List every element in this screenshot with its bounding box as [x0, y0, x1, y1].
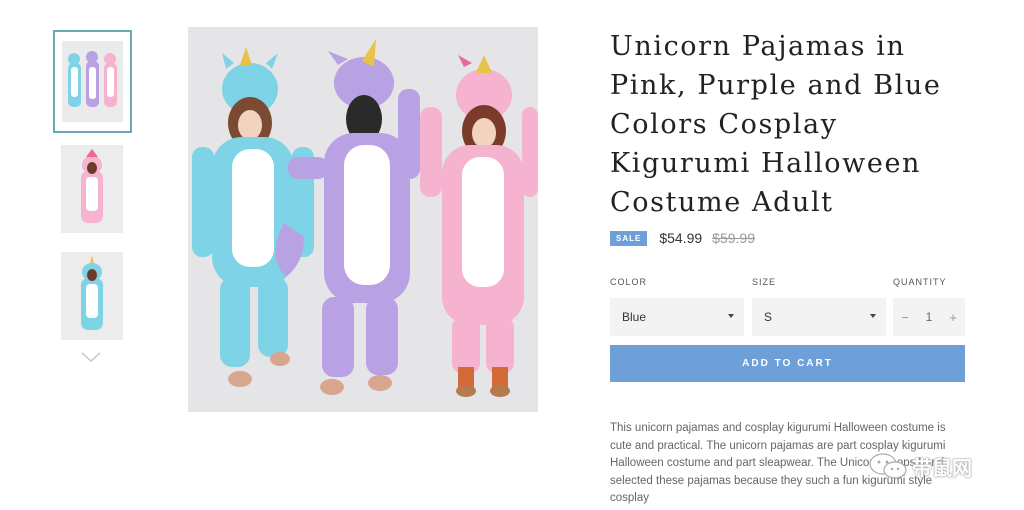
watermark: 带鼠网 [868, 451, 972, 481]
size-select-value: S [764, 310, 773, 324]
add-to-cart-button[interactable]: ADD TO CART [610, 345, 965, 382]
color-select-value: Blue [622, 310, 647, 324]
main-product-image [188, 27, 538, 412]
color-label: COLOR [610, 277, 648, 287]
sale-price: $54.99 [659, 230, 703, 246]
thumbnail-2[interactable] [61, 145, 123, 233]
quantity-value[interactable]: 1 [917, 310, 941, 324]
watermark-text: 带鼠网 [912, 457, 972, 480]
size-select[interactable]: S [752, 298, 886, 336]
wechat-icon [869, 453, 907, 479]
quantity-increase-button[interactable]: + [941, 310, 965, 325]
pink-unicorn-figure [420, 55, 538, 397]
color-select[interactable]: Blue [610, 298, 744, 336]
blue-unicorn-figure [192, 47, 314, 387]
thumbnail-3[interactable] [61, 252, 123, 340]
chevron-down-icon[interactable] [80, 350, 102, 364]
price-row: SALE $54.99 $59.99 [610, 228, 755, 248]
thumbnail-image [62, 41, 123, 122]
sale-badge: SALE [610, 230, 648, 246]
thumbnail-1[interactable] [53, 30, 132, 133]
quantity-stepper[interactable]: − 1 + [893, 298, 965, 336]
product-title: Unicorn Pajamas in Pink, Purple and Blue… [610, 31, 942, 218]
quantity-label: QUANTITY [893, 277, 947, 287]
size-label: SIZE [752, 277, 777, 287]
quantity-decrease-button[interactable]: − [893, 310, 917, 325]
caret-down-icon [870, 314, 876, 318]
compare-price: $59.99 [712, 230, 755, 246]
caret-down-icon [728, 314, 734, 318]
